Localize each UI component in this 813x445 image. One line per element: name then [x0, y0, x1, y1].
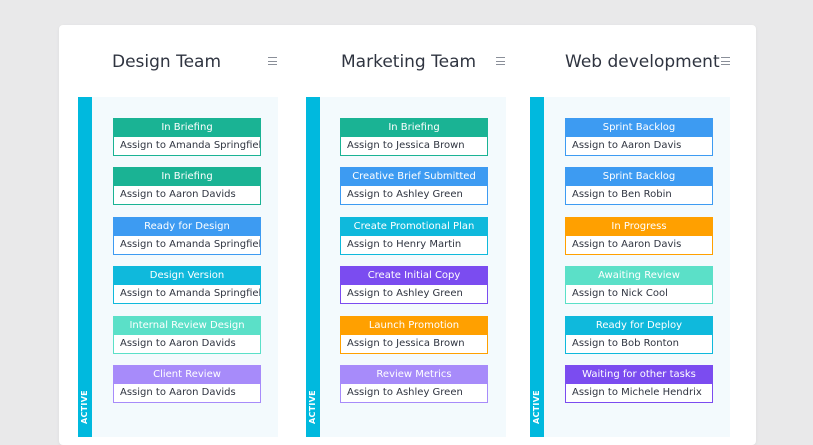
card-assignee: Assign to Bob Ronton [572, 338, 679, 349]
card-assignee: Assign to Aaron Davids [120, 387, 236, 398]
team-title-web-development: Web development [565, 52, 720, 72]
column-web-development: ACTIVE Sprint Backlog Assign to Aaron Dav… [530, 97, 730, 437]
card-status: Create Promotional Plan [341, 218, 487, 236]
task-card[interactable]: In Briefing Assign to Amanda Springfield [113, 118, 261, 156]
card-status: Launch Promotion [341, 317, 487, 335]
task-card[interactable]: Sprint Backlog Assign to Ben Robin [565, 167, 713, 205]
card-assignee: Assign to Aaron Davis [572, 140, 682, 151]
hamburger-menu-icon[interactable] [496, 57, 505, 66]
card-status: Internal Review Design [114, 317, 260, 335]
task-card[interactable]: Design Version Assign to Amanda Springfie… [113, 266, 261, 304]
card-assignee: Assign to Aaron Davids [120, 189, 236, 200]
task-card[interactable]: Sprint Backlog Assign to Aaron Davis [565, 118, 713, 156]
task-card[interactable]: In Briefing Assign to Aaron Davids [113, 167, 261, 205]
status-label: ACTIVE [532, 390, 541, 424]
status-label: ACTIVE [80, 390, 89, 424]
status-bar: ACTIVE [78, 97, 92, 437]
card-assignee: Assign to Michele Hendrix [572, 387, 702, 398]
card-status: Ready for Design [114, 218, 260, 236]
task-card[interactable]: Ready for Design Assign to Amanda Springf… [113, 217, 261, 255]
task-card[interactable]: Ready for Deploy Assign to Bob Ronton [565, 316, 713, 354]
card-status: In Briefing [341, 119, 487, 137]
card-assignee: Assign to Henry Martin [347, 239, 462, 250]
task-card[interactable]: Awaiting Review Assign to Nick Cool [565, 266, 713, 304]
card-status: Review Metrics [341, 366, 487, 384]
task-card[interactable]: Waiting for other tasks Assign to Michele… [565, 365, 713, 403]
card-status: Ready for Deploy [566, 317, 712, 335]
hamburger-menu-icon[interactable] [721, 57, 730, 66]
task-card[interactable]: Client Review Assign to Aaron Davids [113, 365, 261, 403]
card-assignee: Assign to Amanda Springfield [120, 288, 260, 299]
task-card[interactable]: In Progress Assign to Aaron Davis [565, 217, 713, 255]
task-card[interactable]: Review Metrics Assign to Ashley Green [340, 365, 488, 403]
card-status: Sprint Backlog [566, 119, 712, 137]
card-status: Design Version [114, 267, 260, 285]
status-bar: ACTIVE [530, 97, 544, 437]
card-assignee: Assign to Ben Robin [572, 189, 672, 200]
card-assignee: Assign to Jessica Brown [347, 140, 465, 151]
column-marketing-team: ACTIVE In Briefing Assign to Jessica Brow… [306, 97, 506, 437]
task-card[interactable]: In Briefing Assign to Jessica Brown [340, 118, 488, 156]
card-assignee: Assign to Aaron Davis [572, 239, 682, 250]
task-card[interactable]: Creative Brief Submitted Assign to Ashley… [340, 167, 488, 205]
card-status: Creative Brief Submitted [341, 168, 487, 186]
card-assignee: Assign to Ashley Green [347, 189, 463, 200]
team-title-design: Design Team [112, 52, 222, 72]
status-label: ACTIVE [308, 390, 317, 424]
card-assignee: Assign to Ashley Green [347, 288, 463, 299]
task-card[interactable]: Launch Promotion Assign to Jessica Brown [340, 316, 488, 354]
card-status: In Briefing [114, 119, 260, 137]
task-card[interactable]: Internal Review Design Assign to Aaron Da… [113, 316, 261, 354]
card-status: Waiting for other tasks [566, 366, 712, 384]
card-assignee: Assign to Jessica Brown [347, 338, 465, 349]
card-status: Create Initial Copy [341, 267, 487, 285]
card-assignee: Assign to Amanda Springfield [120, 140, 260, 151]
card-status: In Briefing [114, 168, 260, 186]
card-status: Awaiting Review [566, 267, 712, 285]
column-design-team: ACTIVE In Briefing Assign to Amanda Sprin… [78, 97, 278, 437]
hamburger-menu-icon[interactable] [268, 57, 277, 66]
card-assignee: Assign to Aaron Davids [120, 338, 236, 349]
task-card[interactable]: Create Promotional Plan Assign to Henry M… [340, 217, 488, 255]
card-assignee: Assign to Amanda Springfield [120, 239, 260, 250]
card-assignee: Assign to Nick Cool [572, 288, 668, 299]
team-title-marketing: Marketing Team [341, 52, 477, 72]
card-status: Sprint Backlog [566, 168, 712, 186]
card-status: Client Review [114, 366, 260, 384]
card-assignee: Assign to Ashley Green [347, 387, 463, 398]
card-status: In Progress [566, 218, 712, 236]
task-card[interactable]: Create Initial Copy Assign to Ashley Gree… [340, 266, 488, 304]
status-bar: ACTIVE [306, 97, 320, 437]
